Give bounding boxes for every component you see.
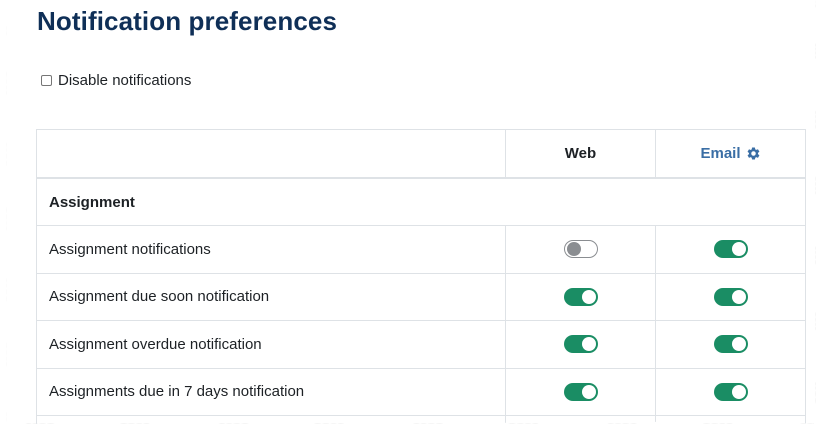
email-toggle[interactable]: [713, 335, 748, 354]
notification-preferences-table: Web Email Assignment Assignment notifica…: [36, 129, 806, 424]
disable-notifications-label: Disable notifications: [58, 72, 192, 89]
web-toggle[interactable]: [563, 240, 598, 259]
row-label: Assignments due in 7 days notification: [37, 368, 506, 415]
column-header-email-label[interactable]: Email: [700, 145, 740, 162]
web-toggle[interactable]: [563, 335, 598, 354]
row-label: Assignment notifications: [37, 226, 506, 273]
column-header-web: Web: [506, 130, 656, 177]
email-toggle[interactable]: [713, 287, 748, 306]
disable-notifications-row[interactable]: Disable notifications: [41, 72, 191, 89]
table-row: Assignment due soon notification: [37, 273, 805, 321]
gear-icon[interactable]: [746, 146, 761, 161]
row-label: Assignment due soon notification: [37, 273, 506, 320]
page-canvas: Notification preferences Disable notific…: [6, 0, 816, 424]
table-row: Assignments due in 7 days notification: [37, 368, 805, 416]
page-title: Notification preferences: [37, 6, 338, 36]
disable-notifications-checkbox[interactable]: [41, 75, 52, 86]
table-row-partial: [37, 416, 805, 424]
table-row: Assignment overdue notification: [37, 321, 805, 369]
web-toggle[interactable]: [563, 382, 598, 401]
table-header-row: Web Email: [37, 130, 805, 179]
section-title: Assignment: [49, 193, 135, 211]
table-row: Assignment notifications: [37, 226, 805, 274]
row-label: Assignment overdue notification: [37, 321, 506, 368]
column-header-email[interactable]: Email: [656, 130, 805, 177]
section-row-assignment: Assignment: [37, 179, 805, 226]
header-empty-cell: [37, 130, 506, 177]
email-toggle[interactable]: [713, 382, 748, 401]
email-toggle[interactable]: [713, 240, 748, 259]
web-toggle[interactable]: [563, 287, 598, 306]
